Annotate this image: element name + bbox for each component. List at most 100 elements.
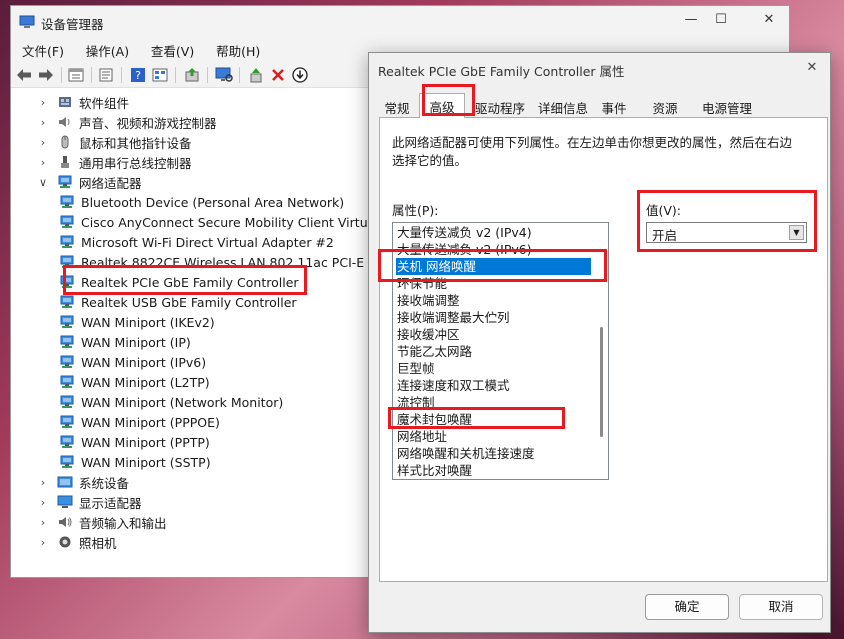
tree-node[interactable]: › 音频输入和输出 (37, 512, 167, 532)
dialog-close-icon[interactable]: ✕ (802, 60, 822, 80)
help-icon[interactable]: ? (129, 66, 147, 84)
chevron-down-icon[interactable]: ∨ (37, 176, 49, 189)
list-item[interactable]: 网络唤醒和关机连接速度 (396, 445, 591, 462)
menu-help[interactable]: 帮助(H) (213, 38, 263, 63)
tree-node-label: 照相机 (79, 535, 117, 551)
tree-node[interactable]: Bluetooth Device (Personal Area Network) (59, 192, 344, 212)
close-icon[interactable]: ✕ (757, 12, 781, 32)
tab-resources[interactable]: 资源 (643, 95, 687, 117)
chevron-right-icon[interactable]: › (37, 496, 49, 509)
tree-node[interactable]: Realtek 8822CE Wireless LAN 802.11ac PCI… (59, 252, 378, 272)
value-dropdown[interactable]: 开启 ▼ (646, 222, 807, 243)
tree-node[interactable]: WAN Miniport (L2TP) (59, 372, 210, 392)
tree-node-label: 通用串行总线控制器 (79, 155, 192, 171)
speaker-icon (57, 115, 73, 129)
chevron-right-icon[interactable]: › (37, 116, 49, 129)
menu-file[interactable]: 文件(F) (19, 38, 67, 63)
tab-general[interactable]: 常规 (377, 95, 417, 117)
tree-node-label: 鼠标和其他指针设备 (79, 135, 192, 151)
forward-icon[interactable] (37, 66, 55, 84)
tree-node[interactable]: WAN Miniport (IKEv2) (59, 312, 215, 332)
list-item[interactable]: 环保节能 (396, 275, 591, 292)
tree-node[interactable]: ∨ 网络适配器 (37, 172, 142, 192)
tree-node[interactable]: WAN Miniport (Network Monitor) (59, 392, 283, 412)
device-manager-icon (19, 15, 35, 28)
tree-node-label: WAN Miniport (PPTP) (81, 434, 210, 450)
chevron-right-icon[interactable]: › (37, 156, 49, 169)
disable-device-icon[interactable] (291, 66, 309, 84)
chevron-right-icon[interactable]: › (37, 136, 49, 149)
network-adapter-icon (59, 455, 75, 469)
tree-node-label: 软件组件 (79, 95, 130, 111)
property-scrollbar[interactable] (596, 223, 608, 479)
tree-node[interactable]: Cisco AnyConnect Secure Mobility Client … (59, 212, 379, 232)
cancel-button[interactable]: 取消 (739, 594, 823, 620)
list-item[interactable]: 接收端调整最大伫列 (396, 309, 591, 326)
tab-details[interactable]: 详细信息 (533, 95, 593, 117)
tree-node[interactable]: Realtek PCIe GbE Family Controller (59, 272, 299, 292)
tree-node[interactable]: › 声音、视频和游戏控制器 (37, 112, 217, 132)
network-adapter-icon (59, 435, 75, 449)
list-item[interactable]: 接收缓冲区 (396, 326, 591, 343)
tree-node[interactable]: Realtek USB GbE Family Controller (59, 292, 297, 312)
dropdown-arrow-icon[interactable]: ▼ (789, 225, 804, 240)
tree-node-label: Realtek USB GbE Family Controller (81, 294, 297, 310)
update-driver-icon[interactable] (183, 66, 201, 84)
tree-node[interactable]: › 显示适配器 (37, 492, 142, 512)
scan-hardware-icon[interactable] (215, 66, 233, 84)
list-item[interactable]: 连接速度和双工模式 (396, 377, 591, 394)
list-item[interactable]: 流控制 (396, 394, 591, 411)
mouse-icon (57, 135, 73, 149)
tab-events[interactable]: 事件 (595, 95, 633, 117)
network-adapter-icon (59, 215, 75, 229)
properties-icon[interactable] (97, 66, 115, 84)
network-adapter-icon (59, 235, 75, 249)
menu-action[interactable]: 操作(A) (83, 38, 132, 63)
tree-node[interactable]: › 鼠标和其他指针设备 (37, 132, 192, 152)
tree-node[interactable]: WAN Miniport (PPTP) (59, 432, 210, 452)
list-item[interactable]: 巨型帧 (396, 360, 591, 377)
tree-node[interactable]: › 系统设备 (37, 472, 129, 492)
tree-node[interactable]: WAN Miniport (PPPOE) (59, 412, 220, 432)
tree-node[interactable]: › 通用串行总线控制器 (37, 152, 192, 172)
chevron-right-icon[interactable]: › (37, 476, 49, 489)
view-list-icon[interactable] (151, 66, 169, 84)
list-item[interactable]: 节能乙太网路 (396, 343, 591, 360)
uninstall-device-icon[interactable] (269, 66, 287, 84)
tree-node[interactable]: WAN Miniport (SSTP) (59, 452, 211, 472)
ok-button[interactable]: 确定 (645, 594, 729, 620)
tree-node[interactable]: WAN Miniport (IP) (59, 332, 191, 352)
tree-node-label: 显示适配器 (79, 495, 142, 511)
tab-advanced[interactable]: 高级 (419, 93, 465, 118)
list-item[interactable]: 样式比对唤醒 (396, 462, 591, 479)
property-listbox[interactable]: 大量传送减负 v2 (IPv4) 大量传送减负 v2 (IPv6) 关机 网络唤醒环… (392, 222, 609, 480)
list-item[interactable]: 关机 网络唤醒 (396, 258, 591, 275)
title-bar: 设备管理器 — ☐ ✕ (11, 6, 789, 38)
network-adapter-icon (59, 275, 75, 289)
chevron-right-icon[interactable]: › (37, 96, 49, 109)
chevron-right-icon[interactable]: › (37, 516, 49, 529)
tab-strip: 常规 高级 驱动程序 详细信息 事件 资源 电源管理 (377, 93, 825, 118)
list-item[interactable]: 大量传送减负 v2 (IPv6) (396, 241, 591, 258)
tree-node-label: 音频输入和输出 (79, 515, 167, 531)
list-item[interactable]: 魔术封包唤醒 (396, 411, 591, 428)
tab-driver[interactable]: 驱动程序 (469, 95, 531, 117)
tree-node[interactable]: WAN Miniport (IPv6) (59, 352, 206, 372)
tab-power-management[interactable]: 电源管理 (695, 95, 759, 117)
network-adapter-icon (59, 295, 75, 309)
minimize-icon[interactable]: — (679, 12, 703, 32)
list-item[interactable]: 大量传送减负 v2 (IPv4) (396, 224, 591, 241)
list-item[interactable]: 接收端调整 (396, 292, 591, 309)
back-icon[interactable] (15, 66, 33, 84)
menu-view[interactable]: 查看(V) (148, 38, 197, 63)
tree-node[interactable]: › 软件组件 (37, 92, 129, 112)
tree-node[interactable]: › 照相机 (37, 532, 117, 552)
chevron-right-icon[interactable]: › (37, 536, 49, 549)
enable-device-icon[interactable] (247, 66, 265, 84)
list-item[interactable]: 网络地址 (396, 428, 591, 445)
tree-node[interactable]: Microsoft Wi-Fi Direct Virtual Adapter #… (59, 232, 334, 252)
properties-view-icon[interactable] (67, 66, 85, 84)
scrollbar-thumb[interactable] (600, 327, 603, 437)
maximize-icon[interactable]: ☐ (709, 12, 733, 32)
tree-node-label: 网络适配器 (79, 175, 142, 191)
